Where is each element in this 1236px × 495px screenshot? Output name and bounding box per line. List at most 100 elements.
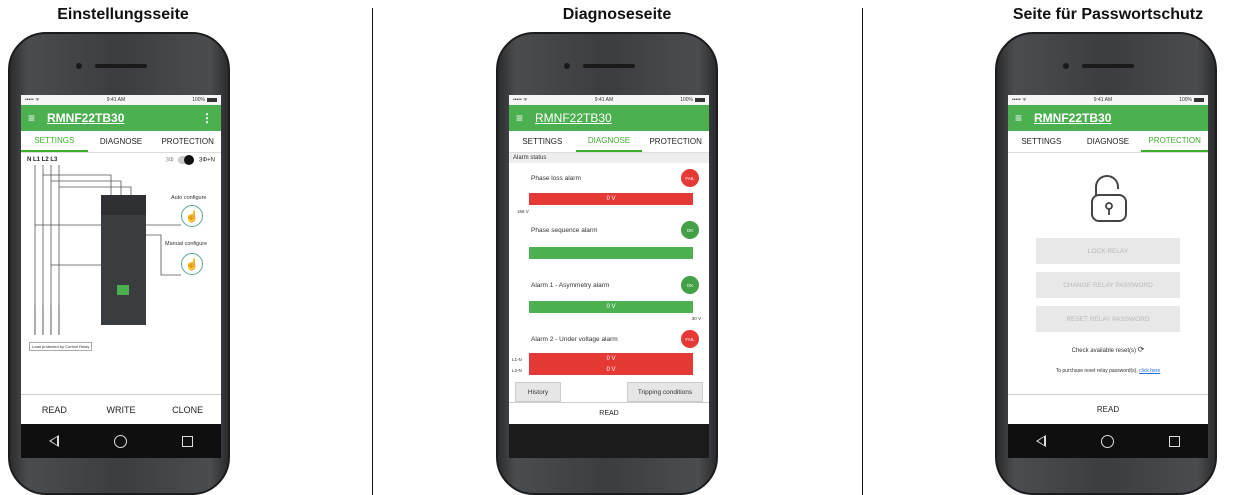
carrier: ••••• ᯤ: [25, 97, 40, 103]
load-caption: Load protected by Control Relay: [29, 342, 93, 351]
tab-diagnose[interactable]: DIAGNOSE: [575, 131, 643, 152]
android-nav-bar: [1008, 424, 1208, 458]
speaker: [1082, 64, 1134, 68]
purchase-text: To purchase reset relay password(s),: [1055, 368, 1138, 374]
auto-configure-button[interactable]: ☝: [181, 205, 203, 227]
axis-label: 30 V: [691, 316, 701, 321]
panel-title-diagnose: Diagnoseseite: [562, 6, 672, 23]
mode-switch[interactable]: 3Φ 3Φ+N: [166, 155, 215, 165]
line-label: L2-N: [512, 368, 522, 373]
speaker: [583, 64, 635, 68]
battery-level: 100%: [192, 97, 205, 103]
tab-protection[interactable]: PROTECTION: [1141, 131, 1208, 152]
click-here-link[interactable]: click here: [1139, 368, 1160, 374]
undervoltage-bar-l2: 0 V: [529, 364, 693, 375]
check-resets-label: Check available reset(s): [1071, 348, 1136, 354]
back-icon[interactable]: [1035, 435, 1046, 447]
ok-badge: OK: [681, 221, 699, 239]
write-button[interactable]: WRITE: [88, 395, 155, 424]
voltage-bar: 0 V: [529, 193, 693, 205]
app-bar: ≡ RMNF22TB30 ⋮: [21, 105, 221, 131]
phone-diagnose: ••••• ᯤ 9:41 AM 100% ≡ RMNF22TB30 SETTIN…: [496, 32, 718, 495]
device-title[interactable]: RMNF22TB30: [1034, 111, 1111, 125]
clock: 9:41 AM: [106, 97, 126, 103]
home-icon[interactable]: [1100, 434, 1114, 448]
hand-icon: ☝: [185, 258, 199, 271]
read-button[interactable]: READ: [21, 395, 88, 424]
hamburger-icon[interactable]: ≡: [1015, 111, 1022, 125]
panel-title-settings: Einstellungsseite: [57, 6, 189, 23]
carrier: ••••• ᯤ: [513, 97, 528, 103]
purchase-info: To purchase reset relay password(s), cli…: [1008, 368, 1208, 374]
fail-badge: FAIL: [681, 330, 699, 348]
android-nav-bar: [21, 424, 221, 458]
hamburger-icon[interactable]: ≡: [516, 111, 523, 125]
tab-protection[interactable]: PROTECTION: [642, 131, 709, 152]
tab-bar: SETTINGS DIAGNOSE PROTECTION: [509, 131, 709, 153]
hand-icon: ☝: [185, 210, 199, 223]
tab-settings[interactable]: SETTINGS: [21, 131, 88, 152]
android-nav-bar: [509, 424, 709, 458]
carrier: ••••• ᯤ: [1012, 97, 1027, 103]
status-bar: ••••• ᯤ 9:41 AM 100%: [21, 95, 221, 105]
camera: [1063, 63, 1069, 69]
fail-badge: FAIL: [681, 169, 699, 187]
manual-configure-button[interactable]: ☝: [181, 253, 203, 275]
alarm-name: Alarm 2 - Under voltage alarm: [531, 336, 618, 343]
alarm-name: Phase sequence alarm: [531, 227, 598, 234]
action-bar: READ WRITE CLONE: [21, 394, 221, 424]
back-icon[interactable]: [48, 435, 59, 447]
recents-icon[interactable]: [1169, 435, 1181, 447]
clone-button[interactable]: CLONE: [154, 395, 221, 424]
alarm-name: Alarm 1 - Asymmetry alarm: [531, 282, 610, 289]
device-title[interactable]: RMNF22TB30: [535, 111, 612, 125]
kebab-icon[interactable]: ⋮: [201, 111, 213, 125]
screen-diagnose: ••••• ᯤ 9:41 AM 100% ≡ RMNF22TB30 SETTIN…: [509, 95, 709, 458]
battery-icon: 100%: [680, 97, 705, 103]
manual-configure-label: Manual configure: [165, 241, 208, 247]
change-password-button[interactable]: CHANGE RELAY PASSWORD: [1036, 272, 1180, 298]
history-button[interactable]: History: [515, 382, 561, 402]
tab-protection[interactable]: PROTECTION: [154, 131, 221, 152]
status-bar: ••••• ᯤ 9:41 AM 100%: [1008, 95, 1208, 105]
clock: 9:41 AM: [594, 97, 614, 103]
reset-password-button[interactable]: RESET RELAY PASSWORD: [1036, 306, 1180, 332]
tab-bar: SETTINGS DIAGNOSE PROTECTION: [1008, 131, 1208, 153]
battery-icon: 100%: [1179, 97, 1204, 103]
home-icon[interactable]: [113, 434, 127, 448]
unlock-icon: [1091, 175, 1127, 222]
alarm-name: Phase loss alarm: [531, 175, 581, 182]
lock-relay-button[interactable]: LOCK RELAY: [1036, 238, 1180, 264]
phone-protection: ••••• ᯤ 9:41 AM 100% ≡ RMNF22TB30 SETTIN…: [995, 32, 1217, 495]
tab-bar: SETTINGS DIAGNOSE PROTECTION: [21, 131, 221, 153]
read-button[interactable]: READ: [1008, 394, 1208, 424]
mode-toggle[interactable]: [178, 155, 195, 165]
sequence-bar: [529, 247, 693, 259]
tab-settings[interactable]: SETTINGS: [1008, 131, 1075, 152]
mode-3phase-n-label: 3Φ+N: [199, 157, 215, 164]
alarm-status-header: Alarm status: [509, 153, 709, 163]
app-bar: ≡ RMNF22TB30: [1008, 105, 1208, 131]
screen-settings: ••••• ᯤ 9:41 AM 100% ≡ RMNF22TB30 ⋮ SETT…: [21, 95, 221, 458]
hamburger-icon[interactable]: ≡: [28, 111, 35, 125]
refresh-icon[interactable]: ⟳: [1138, 345, 1145, 354]
tripping-conditions-button[interactable]: Tripping conditions: [627, 382, 703, 402]
speaker: [95, 64, 147, 68]
auto-configure-label: Auto configure: [171, 195, 207, 201]
phone-settings: ••••• ᯤ 9:41 AM 100% ≡ RMNF22TB30 ⋮ SETT…: [8, 32, 230, 495]
recents-icon[interactable]: [182, 435, 194, 447]
divider-left: [372, 8, 373, 495]
camera: [564, 63, 570, 69]
device-title[interactable]: RMNF22TB30: [47, 111, 124, 125]
battery-icon: 100%: [192, 97, 217, 103]
check-resets[interactable]: Check available reset(s) ⟳: [1008, 345, 1208, 354]
tab-diagnose[interactable]: DIAGNOSE: [1075, 131, 1142, 152]
tab-settings[interactable]: SETTINGS: [509, 131, 576, 152]
tab-diagnose[interactable]: DIAGNOSE: [88, 131, 155, 152]
line-label: L1-N: [512, 357, 522, 362]
read-button[interactable]: READ: [509, 402, 709, 424]
axis-label: 168 V: [517, 209, 529, 214]
camera: [76, 63, 82, 69]
panel-title-protection: Seite für Passwortschutz: [1012, 6, 1204, 23]
screen-protection: ••••• ᯤ 9:41 AM 100% ≡ RMNF22TB30 SETTIN…: [1008, 95, 1208, 458]
